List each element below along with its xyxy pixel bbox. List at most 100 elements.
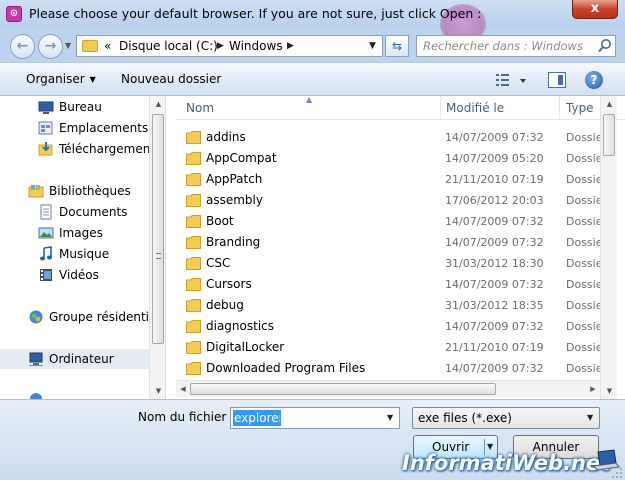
file-name: Boot (206, 214, 234, 228)
nav-item-bureau[interactable]: Bureau (0, 97, 150, 117)
help-icon[interactable]: ? (585, 71, 603, 89)
recent-places-icon (38, 121, 53, 135)
breadcrumb-chevron-icon[interactable]: ▶ (287, 41, 294, 51)
downloads-folder-icon (38, 142, 53, 156)
nav-item-videos[interactable]: Vidéos (0, 265, 150, 285)
search-icon[interactable] (596, 38, 614, 54)
address-dropdown-icon[interactable]: ▼ (369, 41, 376, 51)
table-row[interactable]: Boot 14/07/2009 07:32 Dossie (176, 211, 603, 232)
breadcrumb-chevron-icon[interactable]: ▶ (217, 41, 224, 51)
scroll-left-icon[interactable]: ◀ (176, 381, 190, 397)
forward-arrow-icon: → (44, 38, 57, 54)
table-row[interactable]: assembly 17/06/2012 20:03 Dossie (176, 190, 603, 211)
file-modified: 31/03/2012 18:35 (445, 299, 544, 312)
table-row[interactable]: DigitalLocker 21/11/2010 07:19 Dossie (176, 337, 603, 358)
column-header-row: ▲ Nom Modifié le Type (176, 96, 625, 120)
table-row[interactable]: Branding 14/07/2009 07:32 Dossie (176, 232, 603, 253)
scroll-up-icon[interactable]: ▲ (150, 96, 165, 112)
file-type: Dossie (566, 215, 603, 228)
file-type: Dossie (566, 299, 603, 312)
table-row[interactable]: diagnostics 14/07/2009 07:32 Dossie (176, 316, 603, 337)
file-modified: 17/06/2012 20:03 (445, 194, 544, 207)
file-type: Dossie (566, 173, 603, 186)
file-name: Cursors (206, 277, 252, 291)
file-type-select[interactable]: exe files (*.exe) ▼ (412, 407, 600, 429)
nav-item-label: Ordinateur (49, 352, 114, 366)
nav-item-images[interactable]: Images (0, 223, 150, 243)
folder-icon (186, 362, 201, 375)
videos-icon (40, 269, 52, 281)
breadcrumb-windows[interactable]: Windows (229, 39, 283, 53)
libraries-icon (28, 185, 44, 198)
recent-locations-dropdown-icon[interactable]: ▼ (65, 41, 71, 50)
file-modified: 31/03/2012 18:30 (445, 257, 544, 270)
chevron-down-icon[interactable]: ▼ (387, 413, 393, 422)
file-modified: 14/07/2009 07:32 (445, 215, 544, 228)
table-row[interactable]: CSC 31/03/2012 18:30 Dossie (176, 253, 603, 274)
table-row[interactable]: Cursors 14/07/2009 07:32 Dossie (176, 274, 603, 295)
file-open-dialog: ⊙ Please choose your default browser. If… (0, 0, 625, 480)
search-input[interactable] (417, 36, 593, 56)
table-row[interactable]: AppPatch 21/11/2010 07:19 Dossie (176, 169, 603, 190)
homegroup-icon (29, 310, 43, 324)
back-button[interactable]: ← (10, 34, 35, 59)
file-list: ▲ Nom Modifié le Type addins 14/07/2009 … (176, 96, 625, 399)
title-bar: ⊙ Please choose your default browser. If… (0, 0, 625, 44)
nav-item-emplacements-recents[interactable]: Emplacements ré (0, 118, 150, 138)
scroll-down-icon[interactable]: ▼ (601, 383, 618, 399)
scrollbar-thumb[interactable] (152, 114, 164, 344)
close-button[interactable]: x (572, 0, 618, 19)
forward-button[interactable]: → (38, 34, 63, 59)
nav-item-ordinateur[interactable]: Ordinateur (0, 349, 150, 369)
table-row[interactable]: addins 14/07/2009 07:32 Dossie (176, 127, 603, 148)
navigation-scrollbar[interactable]: ▲ ▼ (149, 96, 165, 399)
scrollbar-thumb[interactable] (190, 383, 496, 395)
filename-field[interactable] (233, 410, 281, 426)
command-bar: Organiser ▼ Nouveau dossier ? (0, 62, 625, 96)
new-folder-button[interactable]: Nouveau dossier (121, 72, 221, 86)
breadcrumb-overflow[interactable]: « (104, 39, 111, 53)
table-row[interactable]: AppCompat 14/07/2009 05:20 Dossie (176, 148, 603, 169)
nav-item-documents[interactable]: Documents (0, 202, 150, 222)
organize-label: Organiser (26, 72, 85, 86)
file-list-horizontal-scrollbar[interactable]: ◀ ▶ (176, 380, 600, 397)
nav-item-label: Téléchargements (59, 142, 150, 156)
file-list-vertical-scrollbar[interactable]: ▲ ▼ (600, 96, 617, 399)
scrollbar-thumb[interactable] (603, 114, 615, 156)
organize-menu[interactable]: Organiser ▼ (26, 72, 96, 86)
view-options-icon[interactable] (494, 71, 528, 89)
nav-item-label: Documents (59, 205, 128, 219)
scroll-up-icon[interactable]: ▲ (601, 96, 618, 112)
column-divider[interactable] (559, 96, 560, 120)
scroll-down-icon[interactable]: ▼ (150, 383, 165, 399)
nav-item-telechargements[interactable]: Téléchargements (0, 139, 150, 159)
network-icon (30, 393, 42, 399)
refresh-button[interactable]: ⇆ (385, 35, 409, 57)
file-type-value: exe files (*.exe) (418, 411, 512, 425)
nav-item-musique[interactable]: Musique (0, 244, 150, 264)
nav-item-bibliotheques[interactable]: Bibliothèques (0, 181, 150, 201)
file-modified: 14/07/2009 05:20 (445, 152, 544, 165)
scrollbar-grip (156, 253, 161, 259)
folder-icon (82, 40, 98, 52)
watermark-text: InformatiWeb.net (402, 451, 611, 475)
file-type: Dossie (566, 152, 603, 165)
table-row[interactable]: debug 31/03/2012 18:35 Dossie (176, 295, 603, 316)
column-header-modified[interactable]: Modifié le (446, 101, 504, 115)
file-name: addins (206, 130, 246, 144)
scroll-right-icon[interactable]: ▶ (586, 381, 600, 397)
breadcrumb-disque-local[interactable]: Disque local (C:) (119, 39, 218, 53)
nav-item-groupe-residentiel[interactable]: Groupe résidentiel (0, 307, 150, 327)
table-row[interactable]: Downloaded Program Files 14/07/2009 07:3… (176, 358, 603, 379)
preview-pane-icon[interactable] (548, 72, 566, 88)
address-bar[interactable]: « Disque local (C:) ▶ Windows ▶ ▼ (76, 35, 383, 57)
file-type: Dossie (566, 236, 603, 249)
column-divider[interactable] (440, 96, 441, 120)
column-header-type[interactable]: Type (566, 101, 594, 115)
folder-icon (186, 215, 201, 228)
browse-area: Bureau Emplacements ré Téléchargements B… (0, 96, 625, 399)
chevron-down-icon[interactable]: ▼ (487, 442, 493, 451)
filename-combobox: ▼ (230, 407, 400, 429)
column-header-name[interactable]: Nom (186, 101, 214, 115)
file-type: Dossie (566, 278, 603, 291)
